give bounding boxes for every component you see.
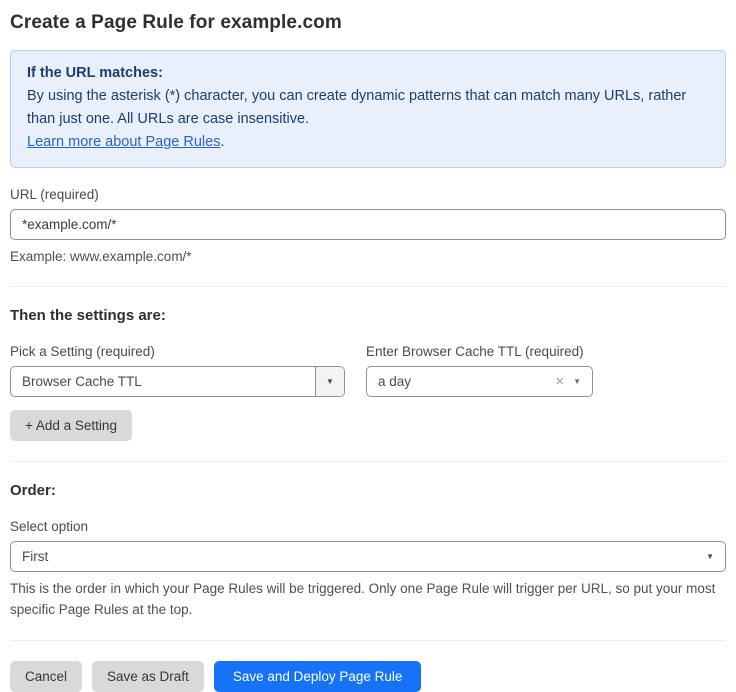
setting-picker-label: Pick a Setting (required) <box>10 344 345 359</box>
ttl-picker-select[interactable]: a day × ▼ <box>366 366 593 397</box>
link-period: . <box>220 134 224 150</box>
divider <box>10 286 726 287</box>
url-field-label: URL (required) <box>10 187 726 202</box>
order-section-heading: Order: <box>10 482 726 499</box>
order-field-group: Select option First ▼ This is the order … <box>10 519 726 620</box>
info-box-link-line: Learn more about Page Rules. <box>27 131 709 154</box>
order-help-text: This is the order in which your Page Rul… <box>10 578 726 620</box>
learn-more-link[interactable]: Learn more about Page Rules <box>27 134 220 150</box>
clear-icon[interactable]: × <box>551 374 573 389</box>
save-as-draft-button[interactable]: Save as Draft <box>92 661 204 692</box>
url-input[interactable] <box>10 209 726 240</box>
order-select-label: Select option <box>10 519 726 534</box>
order-select-arrow[interactable]: ▼ <box>706 553 725 561</box>
url-field-group: URL (required) Example: www.example.com/… <box>10 187 726 266</box>
settings-section-heading: Then the settings are: <box>10 307 726 324</box>
cancel-button[interactable]: Cancel <box>10 661 82 692</box>
chevron-down-icon: ▼ <box>706 553 714 561</box>
divider <box>10 461 726 462</box>
save-and-deploy-button[interactable]: Save and Deploy Page Rule <box>214 661 422 692</box>
ttl-picker-group: Enter Browser Cache TTL (required) a day… <box>366 344 593 397</box>
setting-picker-group: Pick a Setting (required) Browser Cache … <box>10 344 345 397</box>
url-field-help: Example: www.example.com/* <box>10 247 726 266</box>
ttl-picker-arrow[interactable]: ▼ <box>573 378 592 386</box>
divider <box>10 640 726 641</box>
setting-picker-value: Browser Cache TTL <box>11 374 315 389</box>
order-select[interactable]: First ▼ <box>10 541 726 572</box>
chevron-down-icon: ▼ <box>573 378 581 386</box>
ttl-picker-label: Enter Browser Cache TTL (required) <box>366 344 593 359</box>
setting-picker-arrow-button[interactable]: ▼ <box>315 367 344 396</box>
setting-picker-select[interactable]: Browser Cache TTL ▼ <box>10 366 345 397</box>
url-match-info-box: If the URL matches: By using the asteris… <box>10 50 726 168</box>
add-setting-button[interactable]: + Add a Setting <box>10 410 132 441</box>
footer-actions: Cancel Save as Draft Save and Deploy Pag… <box>10 661 726 692</box>
chevron-down-icon: ▼ <box>326 378 334 386</box>
settings-row: Pick a Setting (required) Browser Cache … <box>10 344 726 397</box>
page-title: Create a Page Rule for example.com <box>10 12 726 34</box>
ttl-picker-value: a day <box>367 374 551 389</box>
order-select-value: First <box>11 549 706 564</box>
info-box-body: By using the asterisk (*) character, you… <box>27 85 709 131</box>
info-box-heading: If the URL matches: <box>27 62 709 85</box>
